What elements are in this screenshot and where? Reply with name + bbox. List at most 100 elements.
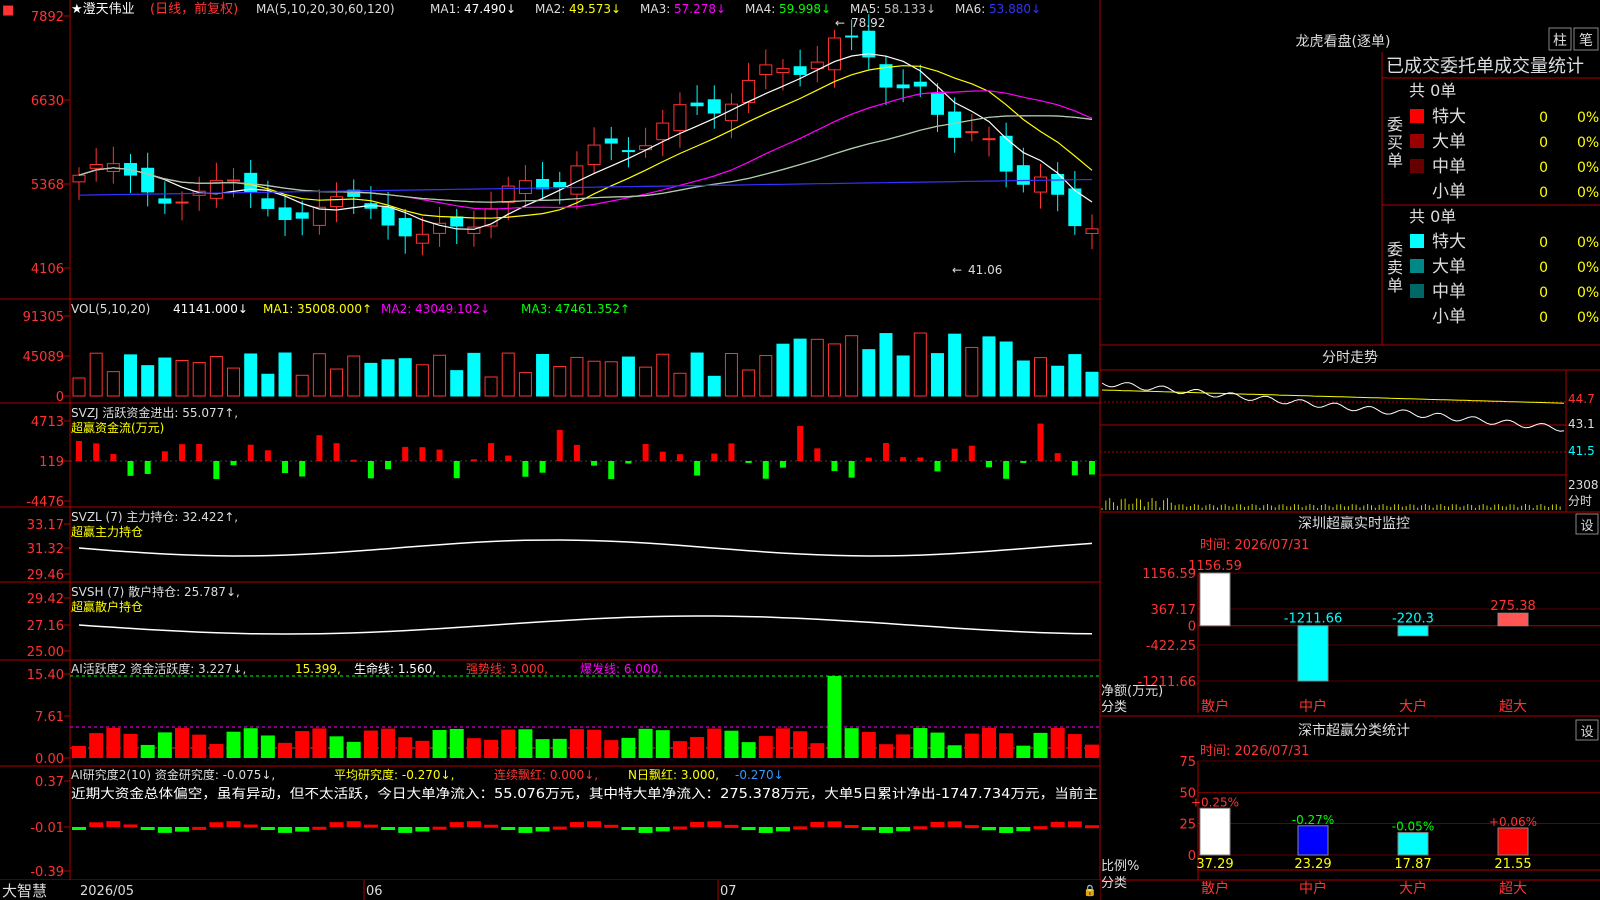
axis-tick-label: 6630 (31, 94, 64, 109)
sz-monitor-bar (1297, 625, 1329, 682)
candlestick-chart[interactable]: ■ ★澄天伟业 (日线，前复权) MA(5,10,20,30,60,120) M… (2, 1, 1099, 277)
candle-body (450, 216, 464, 227)
ai-research-bar (758, 827, 773, 833)
ai-active-bar (312, 728, 327, 758)
ai-research-panel[interactable]: AI研究度2(10) 资金研究度: -0.075↓, 平均研究度: -0.270… (30, 767, 1099, 880)
ai-research-bar (690, 822, 705, 827)
ai-active-panel[interactable]: AI活跃度2 资金活跃度: 3.227↓, 15.399, 生命线: 1.560… (27, 661, 1100, 767)
candle-body (381, 206, 395, 226)
volume-bar (536, 353, 550, 397)
sz-monitor-panel[interactable]: 深圳超赢实时监控 设 时间: 2026/07/31 1156.59 367.17 0… (1101, 513, 1600, 715)
sz-monitor-value-label: -1211.66 (1284, 612, 1342, 627)
volume-ma1: MA1: 35008.000↑ (263, 302, 372, 316)
volume-bar (810, 338, 824, 397)
volume-bar (209, 356, 223, 397)
intraday-panel[interactable]: 分时走势 44.7 43.1 41.5 2308 分时 (1100, 350, 1600, 512)
volume-bar (776, 343, 790, 397)
order-type-percent: 0% (1577, 110, 1599, 126)
svzj-bar (539, 461, 546, 473)
candle-body (278, 207, 292, 220)
svzj-bar (419, 447, 426, 461)
axis-tick-label: 29.46 (27, 568, 64, 583)
svzl-panel[interactable]: SVZL (7) 主力持仓: 32.422↑, 超赢主力持仓 33.17 31.3… (27, 509, 1093, 583)
ai-active-bar (655, 730, 670, 758)
ai-active-bar (604, 740, 619, 758)
sz-monitor-bar (1397, 625, 1429, 637)
candle-body (295, 212, 309, 219)
ai-active-bar (175, 728, 190, 758)
svzj-bar (676, 454, 683, 461)
volume-bar (381, 359, 395, 397)
volume-bar (742, 369, 756, 397)
order-type-percent: 0% (1577, 310, 1599, 326)
ai-research-bar (466, 821, 481, 827)
sz-stats-bar (1199, 807, 1231, 856)
svzl-axis: 33.17 31.32 29.46 (27, 518, 70, 583)
svzj-bar (865, 457, 872, 461)
volume-bar (1016, 360, 1030, 397)
ai-research-bar (844, 824, 859, 828)
volume-title: VOL(5,10,20) (71, 302, 150, 316)
ai-active-bar (981, 728, 996, 758)
volume-bar (106, 371, 120, 397)
sz-monitor-ylabel: 净额(万元) (1101, 684, 1163, 699)
axis-tick-label: 25.00 (27, 645, 64, 660)
ai-active-bar (827, 676, 842, 758)
ai-active-bar (89, 733, 104, 758)
candle-body (415, 233, 429, 244)
ai-research-bar (1050, 821, 1065, 827)
ai-research-bar (329, 822, 344, 827)
svzj-bar (350, 459, 357, 462)
lock-icon[interactable]: 🔒 (1083, 884, 1097, 897)
brand-label: 大智慧 (2, 882, 47, 900)
candle-body (776, 68, 790, 74)
candle-body (982, 138, 996, 141)
volume-panel[interactable]: VOL(5,10,20) 41141.000↓ MA1: 35008.000↑ … (23, 302, 1099, 405)
volume-bar (656, 353, 670, 397)
ai-research-bar (638, 827, 653, 833)
axis-tick-label: 119 (39, 455, 64, 470)
svzj-bar (470, 459, 477, 462)
ai-active-bar (1085, 744, 1099, 758)
svzj-bar (316, 435, 323, 461)
axis-tick-label: 15.40 (27, 668, 64, 683)
ai-active-bar (398, 737, 413, 758)
svzj-bar (900, 457, 907, 461)
svzj-bar (797, 425, 804, 461)
candle-body (261, 198, 275, 209)
axis-tick-label: 0.37 (35, 775, 64, 790)
candle-body (72, 174, 86, 183)
svzj-bar (213, 461, 220, 479)
sz-monitor-tick: 367.17 (1151, 603, 1197, 618)
sz-stats-bar (1297, 825, 1329, 856)
sz-stats-category: 大户 (1399, 880, 1427, 897)
svzj-panel[interactable]: SVZJ 活跃资金进出: 55.077↑, 超赢资金流(万元) 4713 119 -… (26, 405, 1100, 510)
svzj-bar (1037, 423, 1044, 461)
axis-tick-label: 0.00 (35, 752, 64, 767)
order-type-label: 大单 (1432, 257, 1466, 277)
stock-title[interactable]: ★澄天伟业 (71, 2, 135, 17)
candle-body (896, 84, 910, 89)
volume-bar (553, 366, 567, 397)
sz-stats-tick: 25 (1179, 818, 1196, 833)
svzj-bar (1071, 461, 1078, 476)
high-label: 78.92 (851, 16, 885, 30)
ai-active-bar (964, 733, 979, 758)
volume-bar (604, 361, 618, 397)
longhu-panel[interactable]: 龙虎看盘(逐单) 柱 笔 已成交委托单成交量统计 共 0单 共 0单 委买单 委… (1296, 27, 1600, 327)
sz-monitor-title: 深圳超赢实时监控 (1298, 515, 1410, 532)
candle-body (1033, 176, 1047, 193)
sz-stats-settings-label: 设 (1580, 725, 1593, 740)
svsh-panel[interactable]: SVSH (7) 散户持仓: 25.787↓, 超赢散户持仓 29.42 27.1… (27, 584, 1093, 660)
sz-stats-panel[interactable]: 深市超赢分类统计 设 时间: 2026/07/31 7550250+0.25%3… (1101, 719, 1600, 897)
candle-body (398, 218, 412, 237)
svzj-bar (882, 443, 889, 461)
ai-active-bar (449, 728, 464, 758)
order-type-swatch (1410, 109, 1424, 123)
corner-marker: ■ (2, 3, 14, 18)
ai-research-bar (381, 827, 396, 830)
order-type-count: 0 (1539, 110, 1548, 126)
ai-active-bar (793, 731, 808, 758)
volume-ma2: MA2: 43049.102↓ (381, 302, 490, 316)
candle-body (965, 131, 979, 134)
